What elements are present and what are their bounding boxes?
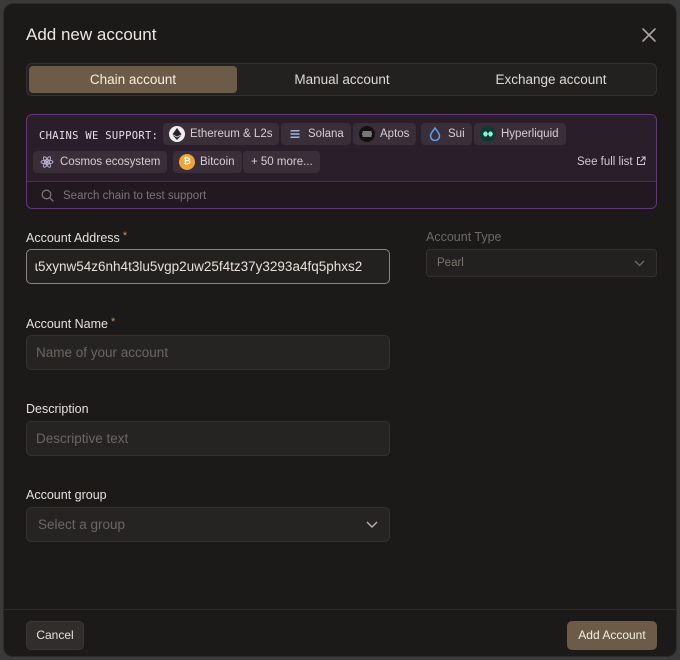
account-address-input[interactable]: ɩ5xynw54z6nh4t3lu5vgp2uw25f4tz37y3293a4f… [26,249,390,284]
chain-chip-hyperliquid: Hyperliquid [474,123,566,145]
see-full-list-label: See full list [577,156,633,168]
account-type-select: Pearl [426,249,657,277]
cosmos-icon [39,154,55,170]
required-mark: * [122,230,128,242]
account-address-label-text: Account Address [26,231,120,245]
tab-manual-account[interactable]: Manual account [238,66,446,93]
chain-name: Aptos [380,128,410,140]
supported-chains-panel: CHAINS WE SUPPORT: Ethereum & L2s Solana… [26,114,657,209]
chain-chip-sui: Sui [421,123,472,145]
solana-icon [287,126,303,142]
chain-name: Solana [308,128,344,140]
chain-name: Bitcoin [200,156,235,168]
ethereum-icon [169,126,185,142]
chain-chip-bitcoin: ₿ Bitcoin [173,151,242,173]
description-label: Description [26,402,89,416]
account-group-select[interactable]: Select a group [26,507,390,542]
tab-chain-account[interactable]: Chain account [29,66,237,93]
account-name-input[interactable] [26,335,390,370]
chain-name: Sui [448,128,465,140]
chain-chip-cosmos: Cosmos ecosystem [33,151,168,173]
chain-name: Hyperliquid [501,128,559,140]
required-mark: * [110,316,116,328]
description-input[interactable] [26,421,390,456]
add-account-button[interactable]: Add Account [567,621,657,650]
chain-name: Ethereum & L2s [190,128,273,140]
chains-label: CHAINS WE SUPPORT: [39,130,159,142]
modal-footer: Cancel Add Account [4,609,676,656]
chain-name: Cosmos ecosystem [60,156,161,168]
account-address-label: Account Address * [26,230,127,245]
search-icon [41,189,54,202]
hyperliquid-icon [480,126,496,142]
account-name-label-text: Account Name [26,317,108,331]
see-full-list-link[interactable]: See full list [577,156,646,168]
account-name-label: Account Name * [26,316,115,331]
account-group-label: Account group [26,488,107,502]
aptos-icon [359,126,375,142]
account-type-tabs: Chain account Manual account Exchange ac… [26,63,657,96]
chain-chip-aptos: Aptos [353,123,417,145]
account-type-label: Account Type [426,230,502,244]
more-chains-chip[interactable]: + 50 more... [243,151,320,173]
chevron-down-icon [366,521,378,528]
chain-chip-solana: Solana [281,123,351,145]
bitcoin-icon: ₿ [179,154,195,170]
modal-title: Add new account [26,25,157,44]
close-icon[interactable] [638,24,660,46]
sui-icon [427,126,443,142]
chain-search-bar [27,181,656,208]
tab-exchange-account[interactable]: Exchange account [447,66,655,93]
account-address-value: ɩ5xynw54z6nh4t3lu5vgp2uw25f4tz37y3293a4f… [35,259,363,274]
chevron-down-icon [634,260,645,267]
cancel-button[interactable]: Cancel [26,621,84,650]
add-account-modal: Add new account Chain account Manual acc… [3,3,677,657]
account-group-placeholder: Select a group [38,517,126,532]
account-type-value: Pearl [437,257,464,269]
external-link-icon [636,156,646,165]
chain-search-input[interactable] [63,186,623,205]
chain-chip-ethereum: Ethereum & L2s [163,123,280,145]
